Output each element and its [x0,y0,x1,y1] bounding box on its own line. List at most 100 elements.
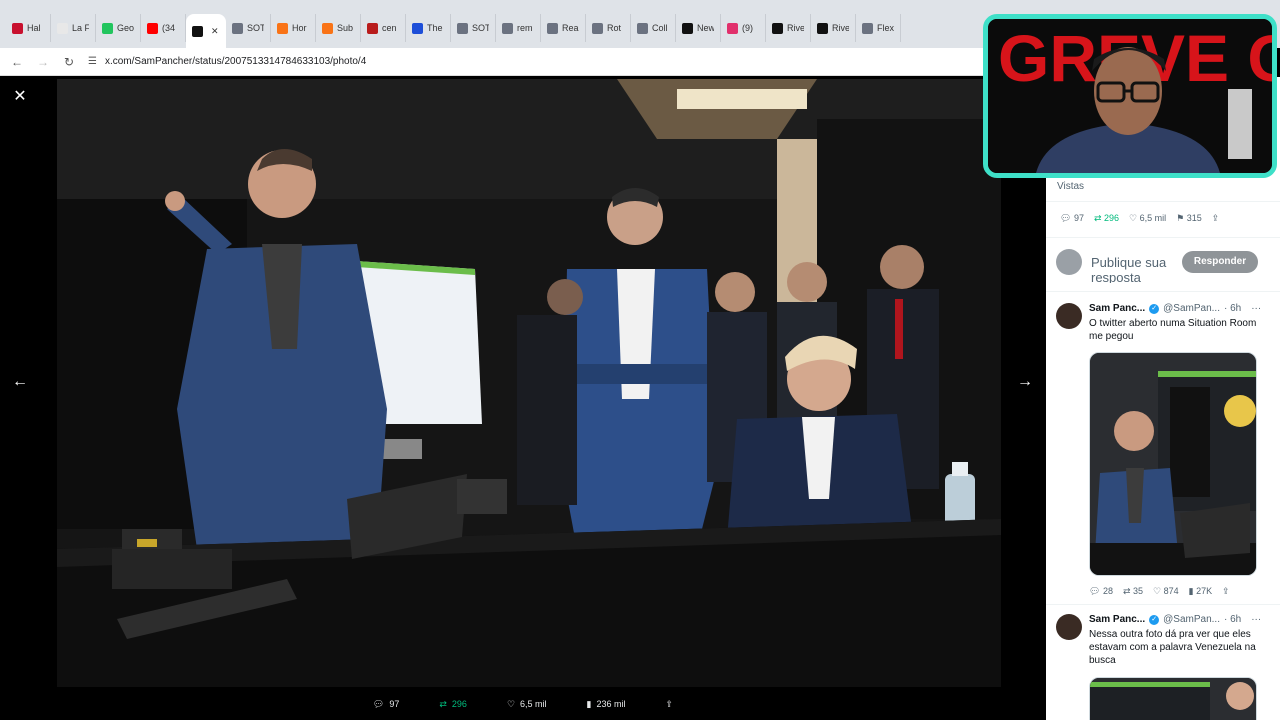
url-field[interactable]: ☰ x.com/SamPancher/status/20075133147846… [88,56,366,67]
user-avatar [1056,249,1082,275]
tweet-text: Nessa outra foto dá pra ver que eles est… [1089,629,1256,666]
author-avatar[interactable] [1056,303,1082,329]
tab-favicon-icon [457,22,468,34]
tweet-time[interactable]: · 6h [1224,614,1241,625]
tab-favicon-icon [367,22,378,34]
next-photo-icon[interactable]: → [1015,372,1035,392]
reply-stat[interactable]: 💬︎ 97 [1060,213,1084,224]
share-icon: ⇪ [665,698,674,709]
reply-count: 28 [1102,586,1113,596]
tab-favicon-icon [547,22,558,34]
tab-favicon-icon [192,25,203,37]
reply-tweet[interactable]: Sam Panc... ✓ @SamPan... · 6h ··· O twit… [1056,303,1270,596]
close-icon[interactable]: ✕ [10,87,30,107]
photo-action-bar: 💬︎ 97 ⇄ 296 ♡ 6,5 mil ▮ 236 mil ⇪ [0,692,1046,716]
browser-tab[interactable]: (34 [141,14,186,42]
repost-stat[interactable]: ⇄ 296 [1094,213,1119,224]
author-avatar[interactable] [1056,614,1082,640]
tab-favicon-icon [862,22,873,34]
browser-tab[interactable]: La F [51,14,96,42]
browser-tab[interactable]: Flex [856,14,901,42]
tweet-stats: 💬︎ 97 ⇄ 296 ♡ 6,5 mil ⚑ 315 ⇪ [1060,213,1219,224]
site-settings-icon[interactable]: ☰ [88,56,97,67]
browser-tab[interactable]: (9) [721,14,766,42]
tab-title: SOT [472,23,489,33]
browser-tab[interactable]: Sub [316,14,361,42]
tab-title: SOT [247,23,264,33]
situation-room-photo [57,79,1001,687]
author-handle[interactable]: @SamPan... [1163,303,1220,314]
author-name[interactable]: Sam Panc... [1089,614,1145,625]
bookmark-count: 315 [1186,213,1202,223]
browser-tab[interactable]: SOT [226,14,271,42]
reply-action[interactable]: 💬︎ 28 [1089,586,1113,597]
repost-action[interactable]: ⇄ 35 [1123,586,1143,597]
browser-tab[interactable]: Coll [631,14,676,42]
browser-tab[interactable]: rem [496,14,541,42]
tweet-image-graphic [1090,678,1256,720]
like-stat[interactable]: ♡ 6,5 mil [1129,213,1166,224]
repost-count: 35 [1133,586,1144,596]
like-count: 6,5 mil [1139,213,1167,223]
tab-title: Rot [607,23,622,33]
repost-action[interactable]: ⇄ 296 [439,699,467,710]
reply-input[interactable]: Publique sua resposta [1091,255,1181,283]
tab-favicon-icon [322,22,333,34]
verified-icon: ✓ [1149,614,1160,625]
photo-viewer: ✕ ← → 💬︎ 97 ⇄ 296 ♡ 6,5 mil ▮ 236 mil ⇪ [0,77,1046,720]
tab-favicon-icon [147,22,158,34]
author-name[interactable]: Sam Panc... [1089,303,1145,314]
share-icon[interactable]: ⇪ [1212,213,1220,224]
browser-tab[interactable]: Rive [811,14,856,42]
previous-photo-icon[interactable]: ← [10,372,30,392]
tweet-image[interactable] [1089,677,1257,720]
browser-tab[interactable]: The [406,14,451,42]
like-action[interactable]: ♡ 874 [1153,586,1179,597]
browser-tab[interactable]: Rea [541,14,586,42]
photo [57,79,1001,687]
more-icon[interactable]: ··· [1251,303,1261,314]
browser-tab[interactable]: Hor [271,14,316,42]
reply-button[interactable]: Responder [1182,251,1258,273]
browser-tab[interactable]: Geo [96,14,141,42]
tweet-image[interactable] [1089,352,1257,576]
views-action[interactable]: ▮ 236 mil [587,699,626,710]
browser-tab[interactable]: Rot [586,14,631,42]
back-icon[interactable]: ← [10,55,24,69]
more-icon[interactable]: ··· [1251,614,1261,625]
bar-chart-icon: ▮ [586,698,592,709]
browser-tab[interactable]: cen [361,14,406,42]
browser-tab[interactable]: Rive [766,14,811,42]
like-action[interactable]: ♡ 6,5 mil [507,699,547,710]
reload-icon[interactable]: ↻ [62,55,76,69]
tab-favicon-icon [277,22,288,34]
browser-tab[interactable]: ✕ [186,14,226,48]
tweet-time[interactable]: · 6h [1224,303,1241,314]
author-handle[interactable]: @SamPan... [1163,614,1220,625]
browser-tab[interactable]: Hal [6,14,51,42]
tab-title: La F [72,23,89,33]
bookmark-stat[interactable]: ⚑ 315 [1176,213,1202,224]
tab-title: Sub [337,23,354,33]
reply-composer: Publique sua resposta Responder [1056,249,1270,283]
tab-close-icon[interactable]: ✕ [211,26,219,37]
views-label: Vistas [1057,181,1085,192]
reply-tweet[interactable]: Sam Panc... ✓ @SamPan... · 6h ··· Nessa … [1056,614,1270,720]
reply-count: 97 [389,699,400,709]
reply-action[interactable]: 💬︎ 97 [373,699,399,710]
browser-tab[interactable]: SOT [451,14,496,42]
forward-icon[interactable]: → [36,55,50,69]
browser-tab[interactable]: New [676,14,721,42]
tab-favicon-icon [817,22,828,34]
tab-title: Flex [877,23,894,33]
repost-count: 296 [451,699,467,709]
reply-count: 97 [1073,213,1084,223]
share-icon[interactable]: ⇪ [1222,586,1230,597]
tab-favicon-icon [682,22,693,34]
tab-favicon-icon [592,22,603,34]
tab-title: (9) [742,23,753,33]
webcam-overlay: GREVE GERAL! . [983,14,1277,178]
views-action[interactable]: ▮ 27K [1189,586,1212,597]
tab-title: Geo [117,23,134,33]
share-action[interactable]: ⇪ [666,699,674,710]
